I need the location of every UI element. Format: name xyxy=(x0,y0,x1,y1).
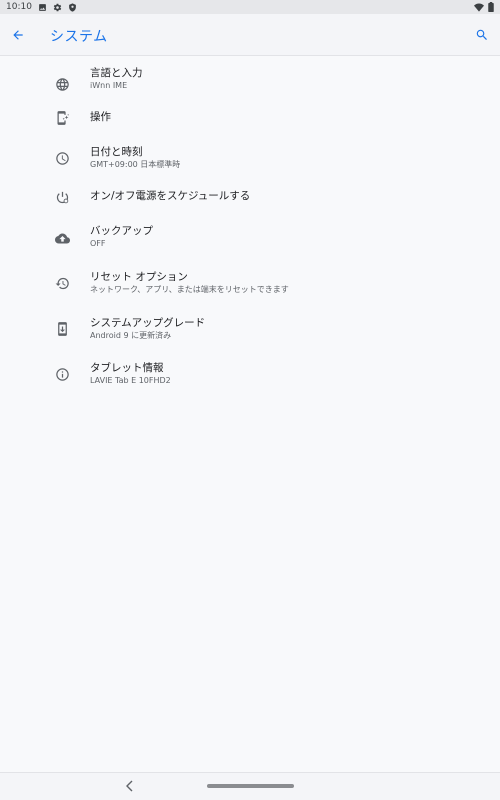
setting-title: 操作 xyxy=(90,111,111,123)
page-title: システム xyxy=(50,29,108,45)
navigation-bar xyxy=(0,772,500,800)
search-icon xyxy=(476,29,487,40)
setting-item-tablet-info[interactable]: タブレット情報 LAVIE Tab E 10FHD2 xyxy=(0,361,500,401)
setting-item-backup[interactable]: バックアップ OFF xyxy=(0,224,500,264)
gestures-icon xyxy=(54,110,70,126)
setting-summary: LAVIE Tab E 10FHD2 xyxy=(90,376,171,385)
settings-gear-icon xyxy=(53,3,62,12)
app-bar: システム xyxy=(0,14,500,56)
setting-summary: OFF xyxy=(90,239,106,248)
setting-title: リセット オプション xyxy=(90,271,188,283)
status-bar: 10:10 xyxy=(0,0,500,14)
setting-item-scheduled-power[interactable]: オン/オフ電源をスケジュールする xyxy=(0,188,500,228)
image-icon xyxy=(38,3,47,12)
back-button[interactable] xyxy=(6,23,30,47)
setting-summary: iWnn IME xyxy=(90,81,128,90)
search-button[interactable] xyxy=(470,23,494,47)
info-icon xyxy=(54,366,70,382)
clock-icon xyxy=(54,150,70,166)
cloud-upload-icon xyxy=(54,230,70,246)
shield-icon xyxy=(68,2,77,12)
setting-summary: GMT+09:00 日本標準時 xyxy=(90,160,181,169)
setting-summary: ネットワーク、アプリ、または端末をリセットできます xyxy=(90,285,289,294)
battery-icon xyxy=(488,2,494,12)
setting-title: システムアップグレード xyxy=(90,317,206,329)
setting-title: 言語と入力 xyxy=(90,67,143,79)
setting-item-date-time[interactable]: 日付と時刻 GMT+09:00 日本標準時 xyxy=(0,144,500,184)
setting-title: 日付と時刻 xyxy=(90,146,143,158)
status-time: 10:10 xyxy=(6,2,32,12)
setting-item-system-upgrade[interactable]: システムアップグレード Android 9 に更新済み xyxy=(0,315,500,355)
setting-item-reset-options[interactable]: リセット オプション ネットワーク、アプリ、または端末をリセットできます xyxy=(0,270,500,310)
power-schedule-icon xyxy=(54,189,70,205)
setting-item-language-input[interactable]: 言語と入力 iWnn IME xyxy=(0,64,500,104)
globe-icon xyxy=(54,76,70,92)
setting-title: オン/オフ電源をスケジュールする xyxy=(90,190,251,202)
chevron-left-icon xyxy=(126,780,133,792)
setting-title: バックアップ xyxy=(90,225,153,237)
setting-item-gestures[interactable]: 操作 xyxy=(0,106,500,146)
home-pill[interactable] xyxy=(207,784,294,788)
history-icon xyxy=(54,275,70,291)
setting-summary: Android 9 に更新済み xyxy=(90,331,172,340)
system-update-icon xyxy=(54,321,70,337)
nav-back-button[interactable] xyxy=(123,779,137,793)
setting-title: タブレット情報 xyxy=(90,362,164,374)
wifi-icon xyxy=(474,3,484,12)
arrow-back-icon xyxy=(13,30,23,40)
